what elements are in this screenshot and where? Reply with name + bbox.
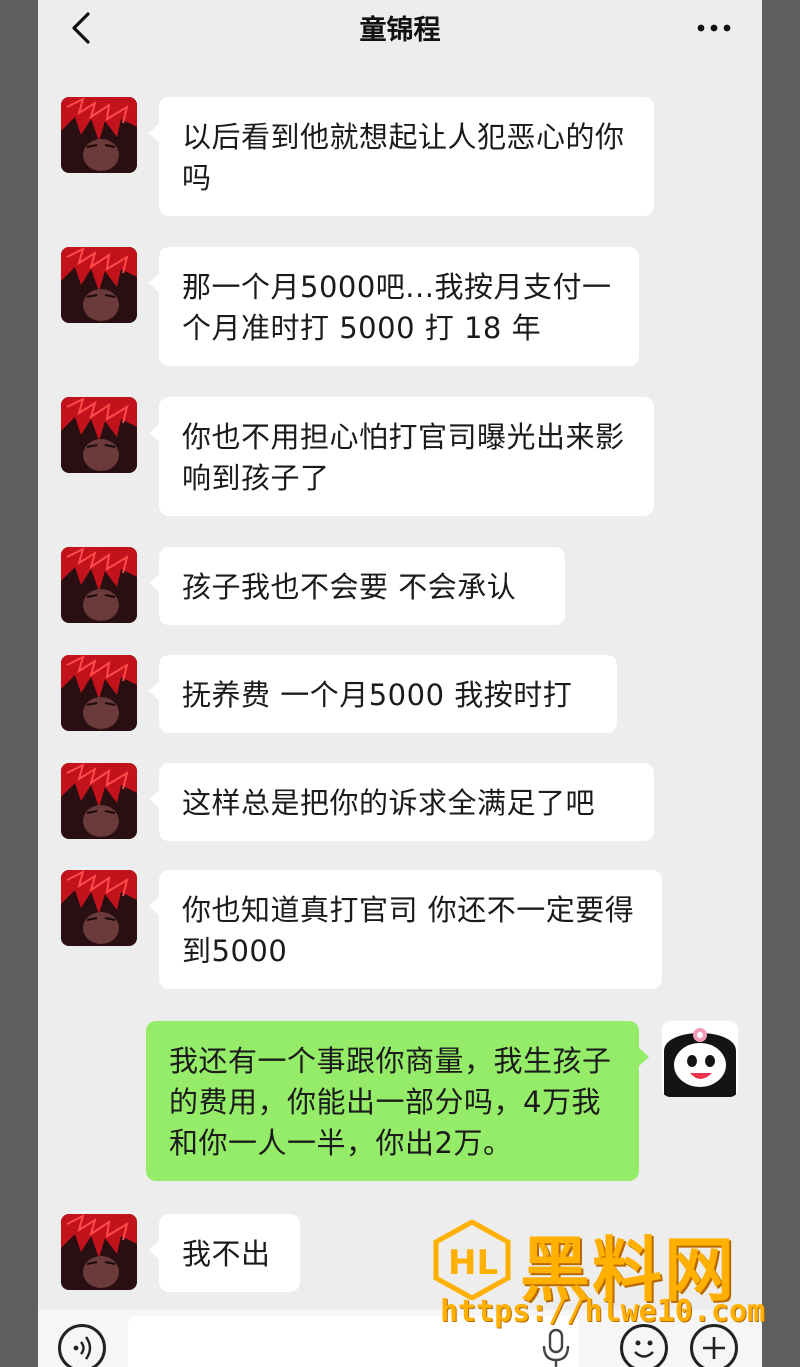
contact-avatar[interactable] — [61, 1214, 137, 1290]
message-bubble[interactable]: 抚养费 一个月5000 我按时打 — [149, 655, 617, 733]
contact-avatar[interactable] — [61, 547, 137, 623]
message-bubble[interactable]: 我不出 — [149, 1214, 300, 1292]
message-bubble[interactable]: 这样总是把你的诉求全满足了吧 — [149, 763, 654, 841]
message-bubble[interactable]: 孩子我也不会要 不会承认 — [149, 547, 565, 625]
message-bubble[interactable]: 你也知道真打官司 你还不一定要得到5000 — [149, 870, 662, 989]
contact-avatar[interactable] — [61, 397, 137, 473]
anime-avatar-icon — [61, 655, 137, 731]
voice-button[interactable] — [58, 1324, 106, 1367]
chat-window: 童锦程 以后看到他就想起让人犯恶心的你吗 那一个月5000吧...我按月支付一个… — [38, 0, 762, 1367]
anime-avatar-icon — [61, 97, 137, 173]
anime-avatar-icon — [61, 870, 137, 946]
contact-avatar[interactable] — [61, 97, 137, 173]
cartoon-avatar-icon — [662, 1021, 738, 1097]
own-message-bubble[interactable]: 我还有一个事跟你商量，我生孩子的费用，你能出一部分吗，4万我和你一人一半，你出2… — [146, 1021, 649, 1181]
anime-avatar-icon — [61, 547, 137, 623]
anime-avatar-icon — [61, 1214, 137, 1290]
voice-icon — [73, 1336, 92, 1360]
anime-avatar-icon — [61, 763, 137, 839]
anime-avatar-icon — [61, 397, 137, 473]
anime-avatar-icon — [61, 247, 137, 323]
message-list[interactable]: 以后看到他就想起让人犯恶心的你吗 那一个月5000吧...我按月支付一个月准时打… — [38, 0, 762, 1367]
svg-text:HL: HL — [448, 1243, 498, 1283]
watermark-url: https://hlwe10.com — [440, 1294, 766, 1329]
contact-avatar[interactable] — [61, 870, 137, 946]
watermark-logo-icon: HL — [433, 1220, 511, 1300]
contact-avatar[interactable] — [61, 763, 137, 839]
contact-avatar[interactable] — [61, 247, 137, 323]
own-avatar[interactable] — [662, 1021, 738, 1097]
watermark: HL 黑料网 https://hlwe10.com — [432, 1220, 772, 1340]
message-bubble[interactable]: 以后看到他就想起让人犯恶心的你吗 — [149, 97, 654, 216]
message-bubble[interactable]: 你也不用担心怕打官司曝光出来影响到孩子了 — [149, 397, 654, 516]
message-bubble[interactable]: 那一个月5000吧...我按月支付一个月准时打 5000 打 18 年 — [149, 247, 639, 366]
contact-avatar[interactable] — [61, 655, 137, 731]
